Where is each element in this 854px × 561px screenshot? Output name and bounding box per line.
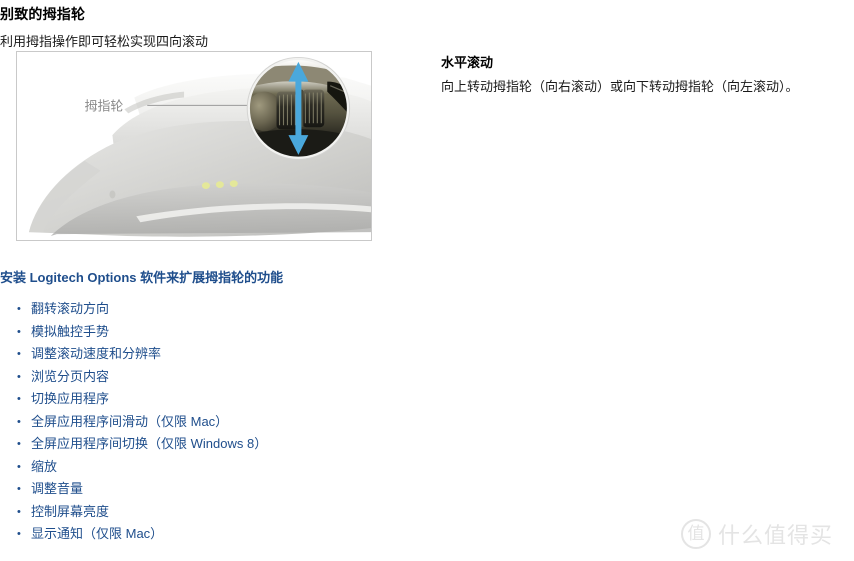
list-item: • 全屏应用程序间切换（仅限 Windows 8） [0, 433, 267, 456]
thumbwheel-illustration: 拇指轮 [16, 51, 372, 241]
smzdm-watermark: 值 什么值得买 [681, 518, 833, 550]
list-item-label: 模拟触控手势 [31, 323, 110, 339]
list-item: • 模拟触控手势 [0, 321, 267, 344]
list-item: • 浏览分页内容 [0, 366, 267, 389]
list-item: • 调整滚动速度和分辨率 [0, 343, 267, 366]
bullet-icon: • [17, 348, 21, 360]
bullet-icon: • [17, 460, 21, 473]
list-item-label: 切换应用程序 [31, 391, 110, 406]
callout-label-text: 拇指轮 [85, 98, 124, 113]
bullet-icon: • [17, 528, 21, 540]
bullet-icon: • [17, 393, 21, 405]
list-item-label: 调整音量 [31, 481, 84, 496]
section-subtitle: 利用拇指操作即可轻松实现四向滚动 [0, 34, 209, 49]
list-item-label: 调整滚动速度和分辨率 [31, 346, 162, 361]
list-item: • 翻转滚动方向 [0, 298, 267, 321]
list-item-label: 缩放 [31, 458, 58, 474]
smzdm-watermark-text: 什么值得买 [718, 523, 834, 548]
magnifier-inset [246, 56, 351, 160]
horizontal-scroll-description: 向上转动拇指轮（向右滚动）或向下转动拇指轮（向左滚动）。 [441, 79, 799, 94]
list-item: • 全屏应用程序间滑动（仅限 Mac） [0, 411, 267, 434]
smzdm-badge-icon: 值 [681, 519, 711, 549]
bullet-icon: • [17, 325, 21, 338]
list-item: • 控制屏幕亮度 [0, 501, 267, 524]
thumbwheel-illustration-svg: 拇指轮 [17, 52, 371, 240]
section-title: 别致的拇指轮 [0, 6, 86, 22]
list-item-label: 控制屏幕亮度 [31, 503, 110, 519]
bullet-icon: • [17, 483, 21, 495]
list-item-label: 显示通知（仅限 Mac） [31, 526, 164, 541]
list-item: • 缩放 [0, 456, 267, 479]
list-item: • 调整音量 [0, 478, 267, 501]
list-item: • 切换应用程序 [0, 388, 267, 411]
bullet-icon: • [17, 505, 21, 518]
list-item-label: 全屏应用程序间切换（仅限 Windows 8） [31, 436, 268, 451]
bullet-icon: • [17, 303, 21, 315]
options-software-heading: 安装 Logitech Options 软件来扩展拇指轮的功能 [0, 270, 284, 285]
bullet-icon: • [17, 370, 21, 383]
horizontal-scroll-heading: 水平滚动 [441, 55, 494, 70]
list-item-label: 全屏应用程序间滑动（仅限 Mac） [31, 413, 229, 429]
list-item: • 显示通知（仅限 Mac） [0, 523, 267, 546]
list-item-label: 浏览分页内容 [31, 368, 110, 384]
list-item-label: 翻转滚动方向 [31, 301, 110, 316]
bullet-icon: • [17, 415, 21, 428]
bullet-icon: • [17, 438, 21, 450]
feature-list: • 翻转滚动方向 • 模拟触控手势 • 调整滚动速度和分辨率 • 浏览分页内容 … [0, 298, 267, 546]
